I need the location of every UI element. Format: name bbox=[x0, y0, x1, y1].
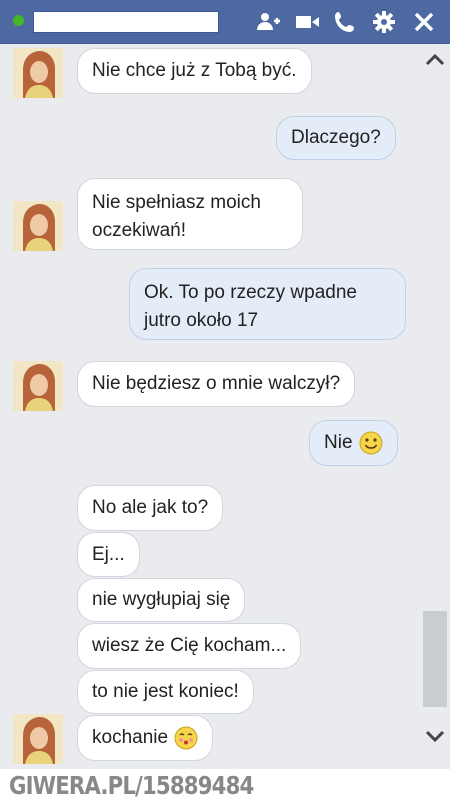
message-text: to nie jest koniec! bbox=[92, 681, 239, 702]
contact-avatar[interactable] bbox=[13, 714, 63, 764]
kiss-emoji-icon bbox=[174, 726, 198, 750]
message-bubble: nie wygłupiaj się bbox=[77, 578, 246, 622]
video-call-icon[interactable] bbox=[293, 8, 321, 36]
message-bubble: Nie będziesz o mnie walczył? bbox=[77, 361, 356, 407]
contact-avatar[interactable] bbox=[13, 361, 63, 411]
message-bubble: No ale jak to? bbox=[77, 485, 224, 531]
message-text: Ok. To po rzeczy wpadne jutro około 17 bbox=[144, 282, 357, 331]
message-bubble: Dlaczego? bbox=[276, 116, 396, 160]
settings-icon[interactable] bbox=[370, 8, 398, 36]
watermark-text: GIWERA.PL/15889484 bbox=[9, 771, 254, 800]
message-text: kochanie bbox=[92, 727, 169, 748]
scroll-down-icon[interactable] bbox=[424, 725, 446, 747]
message-text: Nie spełniasz moich oczekiwań! bbox=[92, 192, 261, 241]
message-text: Nie bbox=[324, 432, 353, 453]
message-bubble: Nie bbox=[309, 420, 398, 466]
message-bubble: to nie jest koniec! bbox=[77, 670, 254, 714]
voice-call-icon[interactable] bbox=[331, 8, 359, 36]
message-bubble: Nie chce już z Tobą być. bbox=[77, 48, 312, 94]
message-text: Dlaczego? bbox=[291, 127, 381, 148]
chat-header bbox=[0, 0, 450, 44]
message-text: Nie chce już z Tobą być. bbox=[92, 60, 297, 81]
smile-emoji-icon bbox=[359, 431, 383, 455]
message-bubble: Nie spełniasz moich oczekiwań! bbox=[77, 178, 303, 250]
message-text: No ale jak to? bbox=[92, 497, 209, 518]
message-text: wiesz że Cię kocham... bbox=[92, 635, 287, 656]
message-bubble: kochanie bbox=[77, 715, 214, 761]
contact-avatar[interactable] bbox=[13, 48, 63, 98]
message-bubble: Ok. To po rzeczy wpadne jutro około 17 bbox=[129, 268, 406, 340]
watermark: GIWERA.PL/15889484 bbox=[0, 769, 450, 801]
contact-avatar[interactable] bbox=[13, 201, 63, 251]
scrollbar-thumb[interactable] bbox=[423, 611, 447, 707]
contact-name[interactable] bbox=[33, 11, 219, 33]
message-bubble: Ej... bbox=[77, 532, 140, 577]
message-text: Nie będziesz o mnie walczył? bbox=[92, 373, 341, 394]
scrollbar[interactable] bbox=[422, 44, 450, 769]
message-bubble: wiesz że Cię kocham... bbox=[77, 623, 302, 669]
close-icon[interactable] bbox=[410, 8, 438, 36]
message-text: Ej... bbox=[92, 543, 125, 565]
add-friend-icon[interactable] bbox=[254, 8, 282, 36]
online-status-dot bbox=[13, 15, 24, 26]
scroll-up-icon[interactable] bbox=[424, 49, 446, 71]
conversation-area[interactable]: Nie chce już z Tobą być. Dlaczego? Nie s… bbox=[0, 44, 450, 769]
message-text: nie wygłupiaj się bbox=[92, 589, 231, 610]
